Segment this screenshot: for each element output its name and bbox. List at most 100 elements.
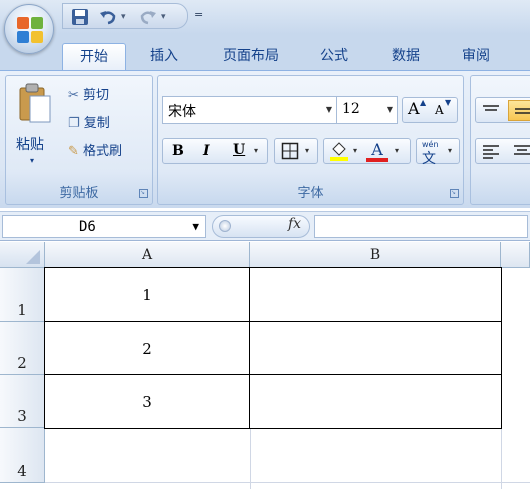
row-header-4[interactable]: 4	[0, 428, 45, 483]
ribbon-tabs: 开始 插入 页面布局 公式 数据 审阅	[0, 34, 530, 72]
cut-label: 剪切	[83, 88, 110, 103]
font-color-button[interactable]: A	[368, 140, 386, 159]
shrink-font-button[interactable]: A	[435, 103, 444, 117]
italic-button[interactable]: I	[203, 143, 210, 159]
redo-icon[interactable]	[139, 8, 157, 26]
ribbon: 粘贴 ▾ ✂ 剪切 ❐ 复制 ✎ 格式刷 剪贴板 ↘ 宋体 ▼ 12 ▼ A ▲	[0, 70, 530, 208]
spreadsheet-grid[interactable]: A B 1 2 3 4 1 2 3	[0, 242, 530, 489]
office-button[interactable]	[4, 4, 54, 54]
font-size-select[interactable]: 12 ▼	[336, 96, 398, 124]
name-box-dropdown-icon[interactable]: ▼	[192, 220, 199, 233]
select-all-triangle-icon	[26, 250, 40, 264]
copy-button[interactable]: ❐ 复制	[68, 112, 110, 131]
row-header-4-label: 4	[17, 462, 27, 480]
clipboard-group-label: 剪贴板	[59, 186, 99, 201]
name-box-value: D6	[79, 219, 96, 235]
gridline	[250, 428, 251, 489]
paste-button[interactable]: 粘贴 ▾	[14, 80, 56, 176]
copy-label: 复制	[83, 116, 110, 131]
phonetic-char-icon: 文	[422, 151, 436, 167]
customize-qat-icon[interactable]: =	[194, 8, 203, 21]
fill-and-font-color-buttons: ▾ A ▾	[323, 138, 411, 164]
name-box[interactable]: D6 ▼	[2, 215, 206, 238]
font-size-dropdown-icon: ▼	[386, 105, 393, 114]
font-name-dropdown-icon: ▼	[325, 105, 332, 114]
horizontal-align-buttons	[475, 138, 530, 164]
formula-input[interactable]	[314, 215, 528, 238]
row-header-3[interactable]: 3	[0, 375, 45, 428]
select-all-corner[interactable]	[0, 242, 45, 268]
cell-a3[interactable]: 3	[45, 393, 249, 411]
grow-font-button[interactable]: A	[408, 99, 420, 118]
phonetic-guide-button[interactable]: wén 文 ▾	[416, 138, 460, 167]
column-header-b[interactable]: B	[250, 242, 501, 268]
table-row-divider	[45, 374, 501, 375]
grow-arrow-icon: ▲	[420, 98, 427, 107]
phonetic-dropdown-icon: ▾	[448, 146, 453, 155]
cut-button[interactable]: ✂ 剪切	[68, 84, 109, 103]
insert-function-button[interactable]: fx	[288, 216, 301, 232]
gridline	[45, 482, 530, 483]
table-row-divider	[45, 321, 501, 322]
bold-italic-underline-buttons: B I U ▾	[162, 138, 268, 164]
grow-shrink-font-buttons: A ▲ A ▼	[402, 97, 458, 123]
column-header-c[interactable]	[501, 242, 530, 268]
borders-button[interactable]: ▾	[274, 138, 318, 164]
undo-dropdown-icon[interactable]: ▾	[121, 12, 126, 22]
formula-bar: D6 ▼ fx	[0, 211, 530, 241]
fill-bucket-icon	[330, 142, 348, 161]
copy-icon: ❐	[68, 116, 80, 131]
row-header-1-label: 1	[17, 301, 27, 319]
brush-icon: ✎	[68, 144, 79, 159]
formula-bar-handle-icon[interactable]	[219, 220, 231, 232]
gridline	[501, 428, 502, 489]
underline-dropdown-icon[interactable]: ▾	[254, 146, 258, 155]
bold-button[interactable]: B	[172, 143, 184, 159]
align-middle-icon	[515, 108, 530, 114]
underline-button[interactable]: U	[233, 142, 245, 158]
paste-dropdown-icon: ▾	[30, 156, 35, 165]
clipboard-group: 粘贴 ▾ ✂ 剪切 ❐ 复制 ✎ 格式刷 剪贴板 ↘	[5, 75, 153, 205]
align-center-icon[interactable]	[512, 143, 530, 161]
tab-formulas[interactable]: 公式	[306, 43, 362, 72]
tab-data[interactable]: 数据	[378, 43, 434, 72]
font-group: 宋体 ▼ 12 ▼ A ▲ A ▼ B I U ▾ ▾ ▾ A ▾ wén 文 …	[157, 75, 464, 205]
fill-color-button[interactable]	[328, 140, 350, 165]
font-size-value: 12	[342, 101, 360, 117]
cell-a1[interactable]: 1	[45, 286, 249, 304]
font-name-select[interactable]: 宋体 ▼	[162, 96, 337, 124]
save-icon[interactable]	[71, 8, 89, 26]
office-logo-icon	[17, 17, 43, 43]
clipboard-launcher-icon[interactable]: ↘	[139, 189, 148, 198]
format-painter-button[interactable]: ✎ 格式刷	[68, 140, 122, 159]
column-header-a[interactable]: A	[45, 242, 250, 268]
redo-dropdown-icon[interactable]: ▾	[161, 12, 166, 22]
font-name-value: 宋体	[168, 104, 196, 120]
undo-icon[interactable]	[99, 8, 117, 26]
row-header-2[interactable]: 2	[0, 322, 45, 375]
cell-a2[interactable]: 2	[45, 340, 249, 358]
shrink-arrow-icon: ▼	[445, 98, 452, 107]
tab-home[interactable]: 开始	[62, 43, 126, 72]
font-launcher-icon[interactable]: ↘	[450, 189, 459, 198]
borders-dropdown-icon: ▾	[305, 146, 310, 155]
format-painter-label: 格式刷	[83, 144, 123, 159]
quick-access-toolbar: ▾ ▾	[62, 3, 188, 29]
align-left-icon[interactable]	[481, 143, 501, 161]
table-column-divider	[249, 268, 250, 428]
align-middle-button[interactable]	[508, 100, 530, 121]
alignment-group	[470, 75, 530, 205]
row-header-2-label: 2	[17, 354, 27, 372]
vertical-align-buttons	[475, 97, 530, 123]
fill-color-dropdown-icon[interactable]: ▾	[353, 146, 357, 155]
scissors-icon: ✂	[68, 88, 79, 103]
tab-insert[interactable]: 插入	[136, 43, 192, 72]
font-color-dropdown-icon[interactable]: ▾	[395, 146, 399, 155]
paste-label: 粘贴	[16, 137, 44, 153]
font-color-swatch	[366, 158, 388, 162]
tab-page-layout[interactable]: 页面布局	[206, 43, 296, 72]
row-header-1[interactable]: 1	[0, 268, 45, 322]
tab-review[interactable]: 审阅	[448, 43, 504, 72]
borders-icon	[281, 142, 299, 160]
align-top-icon[interactable]	[481, 103, 501, 119]
